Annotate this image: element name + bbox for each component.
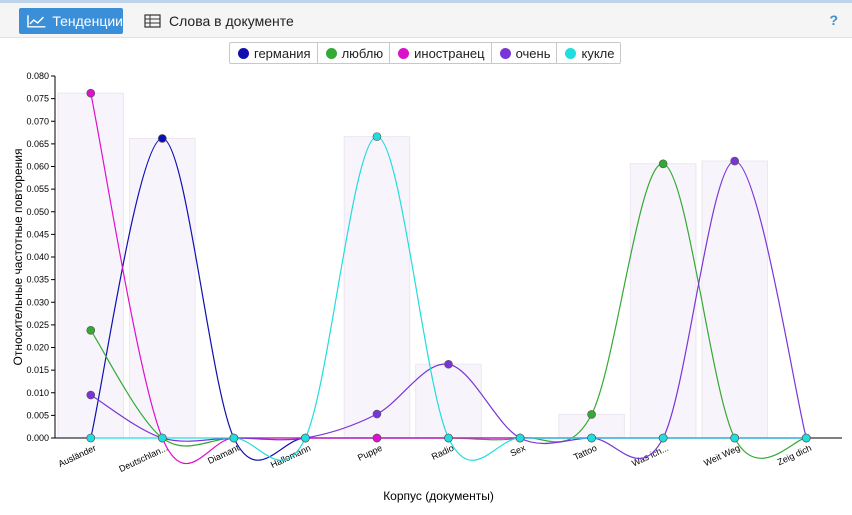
background-bar: [629, 163, 697, 439]
data-point: [730, 156, 739, 166]
data-point: [658, 159, 668, 169]
x-tick-label: Deutschlan...: [117, 443, 169, 474]
x-tick-label: Ausländer: [57, 443, 98, 469]
background-bar: [129, 137, 196, 439]
y-tick-label: 0.040: [26, 252, 49, 262]
x-tick-label: Sex: [509, 443, 528, 459]
y-tick-label: 0.075: [26, 94, 49, 104]
y-tick-label: 0.055: [26, 184, 49, 194]
y-tick-label: 0.000: [26, 433, 49, 443]
y-tick-label: 0.020: [26, 343, 49, 353]
x-tick-label: Puppe: [356, 443, 384, 463]
x-tick-label: Weit Weg: [702, 443, 741, 468]
data-point: [372, 433, 382, 443]
y-tick-label: 0.025: [26, 320, 49, 330]
y-tick-label: 0.005: [26, 410, 49, 420]
x-tick-label: Zeig dich: [776, 443, 813, 468]
data-point: [158, 433, 167, 443]
background-bar: [343, 136, 411, 439]
y-tick-label: 0.060: [26, 162, 49, 172]
data-point: [158, 134, 167, 143]
data-point: [372, 132, 382, 141]
data-point: [658, 433, 668, 443]
x-axis-label: Корпус (документы): [383, 489, 494, 503]
background-bar: [415, 363, 482, 439]
x-tick-label: Hallomann: [269, 443, 312, 470]
y-tick-label: 0.080: [26, 71, 49, 81]
data-point: [86, 88, 96, 98]
y-tick-label: 0.070: [26, 116, 49, 126]
y-tick-label: 0.015: [26, 365, 49, 375]
x-tick-label: Was ich...: [630, 443, 670, 469]
data-point: [86, 326, 96, 335]
data-point: [444, 359, 453, 369]
data-point: [229, 433, 239, 443]
data-point: [801, 433, 811, 443]
data-point: [86, 390, 96, 400]
data-point: [515, 433, 525, 443]
y-tick-label: 0.045: [26, 229, 49, 239]
x-tick-label: Radio: [430, 443, 456, 462]
x-tick-label: Diamant: [206, 443, 241, 466]
y-axis-label: Относительные частотные повторения: [11, 149, 25, 366]
y-tick-label: 0.030: [26, 297, 49, 307]
trends-chart: 0.000 0.005 0.010 0.015 0.020 0.025 0.030 0.035…: [11, 71, 842, 503]
background-bar: [57, 92, 125, 439]
data-point: [86, 433, 96, 443]
y-tick-label: 0.065: [26, 139, 49, 149]
data-point: [730, 433, 739, 443]
data-point: [444, 433, 453, 443]
y-tick-label: 0.050: [26, 207, 49, 217]
background-bar: [701, 160, 768, 439]
x-tick-label: Tattoo: [572, 443, 598, 462]
data-point: [301, 433, 310, 443]
data-point: [587, 410, 596, 419]
data-point: [372, 409, 382, 419]
y-tick-label: 0.035: [26, 275, 49, 285]
data-point: [587, 433, 596, 443]
y-tick-label: 0.010: [26, 388, 49, 398]
